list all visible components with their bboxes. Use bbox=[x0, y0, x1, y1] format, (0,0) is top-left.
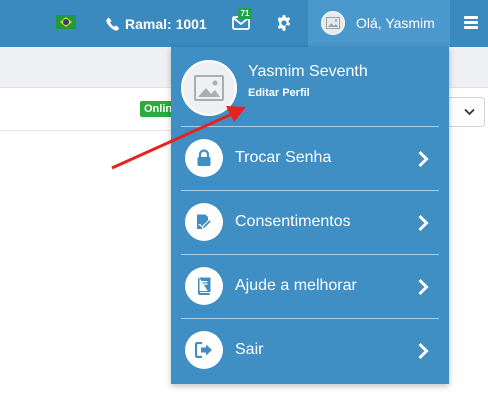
profile-avatar[interactable] bbox=[181, 60, 237, 116]
lock-icon bbox=[185, 139, 223, 177]
phone-icon bbox=[106, 17, 120, 31]
menu-item-label: Sair bbox=[235, 341, 264, 358]
chevron-right-icon bbox=[418, 150, 429, 168]
chevron-right-icon bbox=[418, 214, 429, 232]
image-placeholder-icon bbox=[326, 17, 340, 29]
online-status-badge: Onlin bbox=[140, 101, 171, 117]
phone-extension[interactable]: Ramal: 1001 bbox=[106, 14, 207, 34]
sign-out-icon bbox=[185, 331, 223, 369]
menu-item-label: Ajude a melhorar bbox=[235, 277, 357, 294]
menu-item-label: Trocar Senha bbox=[235, 149, 332, 166]
chevron-right-icon bbox=[418, 278, 429, 296]
book-icon bbox=[185, 267, 223, 305]
gear-icon[interactable] bbox=[276, 15, 292, 31]
menu-item-label: Consentimentos bbox=[235, 213, 351, 230]
user-greeting: Olá, Yasmim bbox=[356, 15, 435, 31]
user-dropdown-menu: Yasmim Seventh Editar Perfil Trocar Senh… bbox=[171, 47, 449, 384]
chevron-right-icon bbox=[418, 342, 429, 360]
edit-profile-link[interactable]: Editar Perfil bbox=[248, 87, 310, 99]
image-placeholder-icon bbox=[194, 75, 224, 101]
profile-name: Yasmim Seventh bbox=[248, 63, 368, 80]
unread-mail-badge: 71 bbox=[238, 8, 252, 19]
avatar bbox=[321, 11, 345, 35]
user-menu-toggle[interactable]: Olá, Yasmim bbox=[308, 0, 450, 47]
menu-item-help-improve[interactable]: Ajude a melhorar bbox=[181, 254, 439, 318]
content-divider bbox=[0, 130, 170, 131]
menu-item-consents[interactable]: Consentimentos bbox=[181, 190, 439, 254]
menu-item-logout[interactable]: Sair bbox=[181, 318, 439, 382]
status-select[interactable] bbox=[449, 97, 485, 127]
menu-item-change-password[interactable]: Trocar Senha bbox=[181, 126, 439, 190]
chevron-down-icon bbox=[464, 108, 475, 116]
dropdown-profile-header: Yasmim Seventh Editar Perfil bbox=[171, 47, 449, 126]
top-navbar: Ramal: 1001 71 Olá, Yasmim bbox=[0, 0, 488, 47]
signature-icon bbox=[185, 203, 223, 241]
phone-extension-label: Ramal: 1001 bbox=[125, 16, 207, 32]
hamburger-menu-icon[interactable] bbox=[464, 16, 478, 29]
brazil-flag-icon[interactable] bbox=[56, 15, 76, 29]
